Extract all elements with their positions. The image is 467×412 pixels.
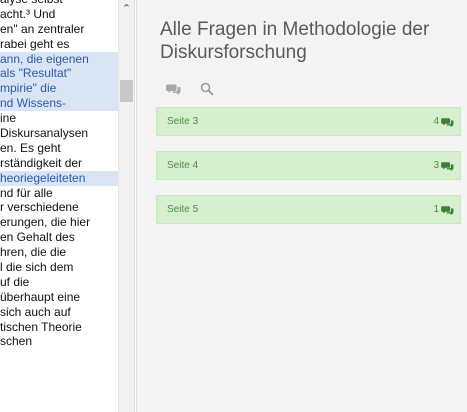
document-line: nd Wissens- [0, 96, 118, 112]
page-label: Seite 3 [167, 116, 199, 127]
document-line: als "Resultat" [0, 66, 118, 82]
comments-icon[interactable] [165, 81, 181, 97]
document-line: acht.³ Und [0, 6, 56, 21]
document-line: sich auch auf [0, 304, 71, 319]
document-line: rabei geht es [0, 36, 70, 51]
forum-toolbar [165, 80, 215, 98]
document-line: rständigkeit der [0, 155, 83, 170]
document-line: en. Es geht [0, 140, 61, 155]
document-line: en Gehalt des [0, 230, 75, 245]
document-line: hren, die die [0, 245, 67, 260]
document-line: ine [0, 111, 17, 126]
document-line: ann, die eigenen [0, 51, 118, 67]
document-pane: alyse selbstacht.³ Unden" an zentralerra… [0, 0, 118, 412]
forum-pane: Alle Fragen in Methodologie der Diskursf… [136, 0, 467, 412]
document-line: mpirie" die [0, 81, 118, 97]
page-row-seite-4[interactable]: Seite 4 3 [156, 151, 461, 180]
document-line: alyse selbst [0, 0, 118, 7]
document-line: überhaupt eine [0, 289, 81, 304]
comments-icon [441, 205, 454, 215]
comment-count-value: 4 [433, 116, 439, 127]
page-row-seite-3[interactable]: Seite 3 4 [156, 107, 461, 136]
comment-count-value: 3 [433, 160, 439, 171]
app-root: alyse selbstacht.³ Unden" an zentralerra… [0, 0, 467, 412]
comment-count: 3 [433, 159, 454, 173]
comments-icon [441, 117, 454, 127]
document-line: uf die [0, 274, 30, 289]
document-line: erungen, die hier [0, 215, 91, 230]
page-list: Seite 3 4 Seite 4 3 Seite 5 1 [156, 107, 461, 239]
document-line: en" an zentraler [0, 21, 85, 36]
forum-title: Alle Fragen in Methodologie der Diskursf… [160, 19, 430, 63]
comment-count-value: 1 [433, 204, 439, 215]
document-line: tischen Theorie [0, 319, 82, 334]
document-line: Diskursanalysen [0, 126, 89, 141]
document-line: schen [0, 334, 33, 349]
comment-count: 4 [433, 115, 454, 129]
search-icon[interactable] [199, 81, 215, 97]
page-label: Seite 4 [167, 160, 199, 171]
scroll-up-arrow-icon[interactable]: ⌃ [119, 2, 134, 16]
document-line: r verschiedene [0, 200, 79, 215]
document-scrollbar[interactable]: ⌃ [118, 0, 135, 412]
scroll-thumb[interactable] [120, 80, 133, 102]
document-line: l die sich dem [0, 260, 74, 275]
document-line: heoriegeleiteten [0, 170, 118, 186]
comments-icon [441, 161, 454, 171]
page-label: Seite 5 [167, 204, 199, 215]
page-row-seite-5[interactable]: Seite 5 1 [156, 195, 461, 224]
document-text: alyse selbstacht.³ Unden" an zentralerra… [0, 0, 118, 349]
comment-count: 1 [433, 203, 454, 217]
document-line: nd für alle [0, 185, 53, 200]
